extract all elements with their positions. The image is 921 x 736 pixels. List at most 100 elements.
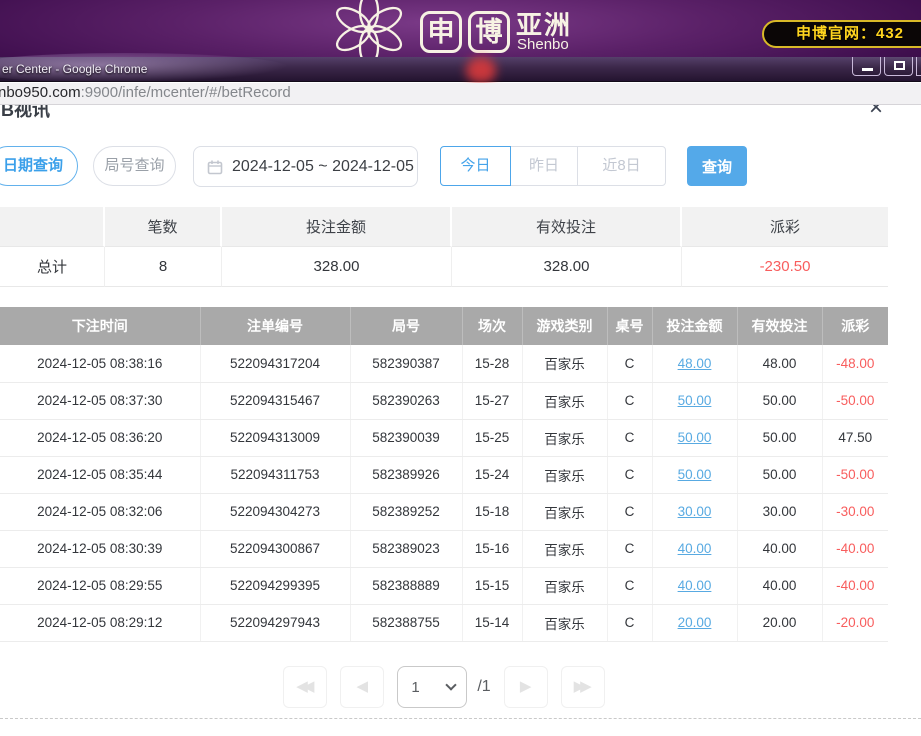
date-query-tab[interactable]: 日期查询 (0, 146, 78, 186)
bet-record-cell: 50.00 (737, 419, 822, 456)
browser-urlbar[interactable]: nbo950.com:9900/infe/mcenter/#/betRecord (0, 83, 921, 105)
date-range-input[interactable]: 2024-12-05 ~ 2024-12-05 (193, 146, 418, 187)
summary-bet-amount: 328.00 (222, 247, 452, 287)
bet-record-row: 2024-12-05 08:30:39522094300867582389023… (0, 530, 888, 567)
bet-record-cell: 582390387 (350, 345, 462, 382)
bet-record-cell: 582389023 (350, 530, 462, 567)
bet-record-cell: 百家乐 (522, 345, 607, 382)
round-query-tab[interactable]: 局号查询 (93, 146, 176, 186)
bet-record-cell: 582390039 (350, 419, 462, 456)
payout-cell: -40.00 (822, 567, 888, 604)
bet-amount-link[interactable]: 30.00 (678, 504, 712, 519)
maximize-icon (894, 61, 905, 70)
close-icon[interactable]: × (869, 105, 883, 122)
bet-table-header-cell: 下注时间 (0, 307, 200, 345)
bet-record-cell: 20.00 (737, 604, 822, 641)
bet-amount-link[interactable]: 40.00 (678, 578, 712, 593)
bet-amount-link[interactable]: 40.00 (678, 541, 712, 556)
bet-table-header-cell: 游戏类别 (522, 307, 607, 345)
bet-record-cell: C (607, 604, 652, 641)
bet-record-cell: 582388755 (350, 604, 462, 641)
bet-record-cell: 582389926 (350, 456, 462, 493)
last-8-days-button[interactable]: 近8日 (577, 146, 666, 186)
minimize-button[interactable] (852, 57, 881, 76)
url-domain: nbo950.com (0, 84, 81, 101)
bet-record-cell: C (607, 419, 652, 456)
bet-record-cell: 15-18 (462, 493, 522, 530)
bet-record-cell: 522094315467 (200, 382, 350, 419)
bet-record-cell: 522094313009 (200, 419, 350, 456)
logo-char-shen: 申 (420, 11, 462, 53)
bet-record-cell: 15-15 (462, 567, 522, 604)
bet-record-cell: C (607, 493, 652, 530)
bet-record-cell: C (607, 456, 652, 493)
bet-amount-link[interactable]: 50.00 (678, 430, 712, 445)
payout-cell: -50.00 (822, 456, 888, 493)
summary-total-label: 总计 (0, 247, 105, 287)
bet-table-header-cell: 有效投注 (737, 307, 822, 345)
pagination: ◀◀ ◀ 1 /1 ▶ ▶▶ (0, 665, 888, 709)
bet-record-cell: 522094304273 (200, 493, 350, 530)
bet-record-cell: 百家乐 (522, 493, 607, 530)
search-button[interactable]: 查询 (687, 146, 747, 186)
bet-table-header-cell: 投注金额 (652, 307, 737, 345)
next-page-icon: ▶ (520, 678, 532, 695)
filter-toolbar: 日期查询 局号查询 2024-12-05 ~ 2024-12-05 今日 昨日 … (0, 146, 921, 187)
quick-range-group: 今日 昨日 近8日 (440, 146, 666, 186)
close-button[interactable] (916, 57, 921, 76)
bet-record-cell: 522094300867 (200, 530, 350, 567)
official-site-badge: 申博官网：432 (762, 20, 921, 48)
summary-header-bet-amount: 投注金额 (222, 207, 452, 247)
bet-record-cell: 522094317204 (200, 345, 350, 382)
today-button[interactable]: 今日 (440, 146, 511, 186)
bet-amount-link[interactable]: 48.00 (678, 356, 712, 371)
bet-record-cell: 15-16 (462, 530, 522, 567)
page-total-label: /1 (477, 678, 490, 696)
bet-record-cell: 百家乐 (522, 419, 607, 456)
bet-record-row: 2024-12-05 08:35:44522094311753582389926… (0, 456, 888, 493)
next-page-button[interactable]: ▶ (504, 666, 548, 708)
bet-record-cell: 582389252 (350, 493, 462, 530)
first-page-icon: ◀◀ (296, 667, 314, 707)
bet-record-row: 2024-12-05 08:37:30522094315467582390263… (0, 382, 888, 419)
section-title: B视讯 (1, 105, 50, 122)
last-page-icon: ▶▶ (574, 667, 592, 707)
payout-cell: 47.50 (822, 419, 888, 456)
bet-table-header-row: 下注时间注单编号局号场次游戏类别桌号投注金额有效投注派彩 (0, 307, 888, 345)
summary-total-row: 总计 8 328.00 328.00 -230.50 (0, 247, 888, 287)
summary-header-count: 笔数 (105, 207, 222, 247)
prev-page-button[interactable]: ◀ (340, 666, 384, 708)
last-page-button[interactable]: ▶▶ (561, 666, 605, 708)
bet-record-cell: 百家乐 (522, 382, 607, 419)
bet-record-cell: C (607, 382, 652, 419)
bet-record-page: B视讯 × 日期查询 局号查询 2024-12-05 ~ 2024-12-05 … (0, 105, 921, 736)
bet-record-cell: 2024-12-05 08:29:12 (0, 604, 200, 641)
summary-valid-bet: 328.00 (452, 247, 682, 287)
url-path: :9900/infe/mcenter/#/betRecord (81, 84, 291, 101)
bottom-dashed-divider (0, 718, 921, 719)
maximize-button[interactable] (884, 57, 913, 76)
logo-latin-text: Shenbo (517, 36, 569, 53)
bet-amount-link[interactable]: 20.00 (678, 615, 712, 630)
bet-record-cell: 2024-12-05 08:29:55 (0, 567, 200, 604)
summary-table: 笔数 投注金额 有效投注 派彩 总计 8 328.00 328.00 -230.… (0, 207, 888, 287)
bet-amount-link[interactable]: 50.00 (678, 467, 712, 482)
yesterday-button[interactable]: 昨日 (510, 146, 578, 186)
bet-record-cell: 522094311753 (200, 456, 350, 493)
payout-cell: -48.00 (822, 345, 888, 382)
bet-amount-cell: 50.00 (652, 456, 737, 493)
minimize-icon (862, 68, 873, 71)
page-select[interactable]: 1 (398, 667, 466, 707)
bet-record-cell: 15-14 (462, 604, 522, 641)
bet-table-header-cell: 桌号 (607, 307, 652, 345)
page: { "site_header": { "logo": { "char1": "申… (0, 0, 921, 736)
bet-record-cell: 30.00 (737, 493, 822, 530)
logo-char-bo: 博 (468, 11, 510, 53)
bet-amount-cell: 30.00 (652, 493, 737, 530)
bet-record-cell: 50.00 (737, 382, 822, 419)
bet-record-cell: 2024-12-05 08:32:06 (0, 493, 200, 530)
first-page-button[interactable]: ◀◀ (283, 666, 327, 708)
bet-record-cell: 522094299395 (200, 567, 350, 604)
bet-amount-link[interactable]: 50.00 (678, 393, 712, 408)
bet-amount-cell: 50.00 (652, 419, 737, 456)
